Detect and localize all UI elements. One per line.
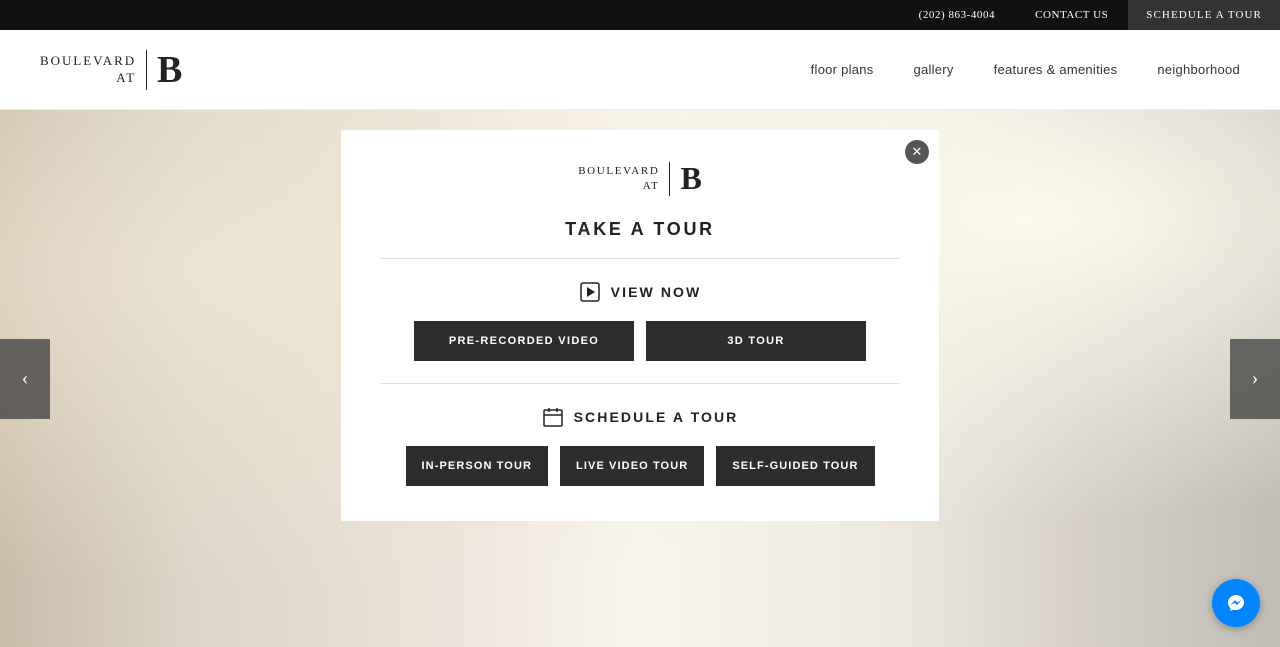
modal-close-button[interactable]: ✕ <box>905 140 929 164</box>
view-now-section-title: VIEW NOW <box>381 281 899 303</box>
header: BOULEVARD AT B floor plans gallery featu… <box>0 30 1280 110</box>
logo-divider <box>146 50 147 90</box>
nav-floor-plans[interactable]: floor plans <box>811 62 874 77</box>
nav-gallery[interactable]: gallery <box>914 62 954 77</box>
logo[interactable]: BOULEVARD AT B <box>40 50 182 90</box>
modal-top-divider <box>381 258 899 259</box>
view-now-buttons: PRE-RECORDED VIDEO 3D TOUR <box>381 321 899 361</box>
schedule-tour-topbar-button[interactable]: SCHEDULE A TOUR <box>1128 0 1280 30</box>
messenger-icon <box>1223 590 1249 616</box>
pre-recorded-video-button[interactable]: PRE-RECORDED VIDEO <box>414 321 634 361</box>
calendar-icon <box>542 406 564 428</box>
modal-logo-divider <box>669 162 670 196</box>
live-video-tour-button[interactable]: LIVE VIDEO TOUR <box>560 446 704 486</box>
schedule-tour-buttons: IN-PERSON TOUR LIVE VIDEO TOUR SELF-GUID… <box>381 446 899 486</box>
3d-tour-button[interactable]: 3D TOUR <box>646 321 866 361</box>
play-icon <box>579 281 601 303</box>
modal-mid-divider <box>381 383 899 384</box>
schedule-tour-section-title: SCHEDULE A TOUR <box>381 406 899 428</box>
phone-number: (202) 863-4004 <box>899 9 1015 21</box>
top-bar: (202) 863-4004 CONTACT US SCHEDULE A TOU… <box>0 0 1280 30</box>
hero-background: ‹ › ✕ BOULEVARD AT B TAKE A TOUR <box>0 110 1280 647</box>
nav-features-amenities[interactable]: features & amenities <box>994 62 1118 77</box>
modal-logo-text: BOULEVARD AT <box>578 164 659 193</box>
logo-text: BOULEVARD AT <box>40 53 136 87</box>
logo-letter: B <box>157 51 182 89</box>
close-icon: ✕ <box>912 144 923 160</box>
nav-neighborhood[interactable]: neighborhood <box>1157 62 1240 77</box>
messenger-button[interactable] <box>1212 579 1260 627</box>
tour-modal: ✕ BOULEVARD AT B TAKE A TOUR <box>341 130 939 521</box>
contact-us-link[interactable]: CONTACT US <box>1015 9 1128 21</box>
main-nav: floor plans gallery features & amenities… <box>811 62 1240 77</box>
self-guided-tour-button[interactable]: SELF-GUIDED TOUR <box>716 446 874 486</box>
modal-logo: BOULEVARD AT B <box>381 160 899 197</box>
in-person-tour-button[interactable]: IN-PERSON TOUR <box>406 446 549 486</box>
modal-overlay: ✕ BOULEVARD AT B TAKE A TOUR <box>0 110 1280 647</box>
modal-title: TAKE A TOUR <box>381 219 899 240</box>
modal-logo-letter: B <box>680 160 701 197</box>
